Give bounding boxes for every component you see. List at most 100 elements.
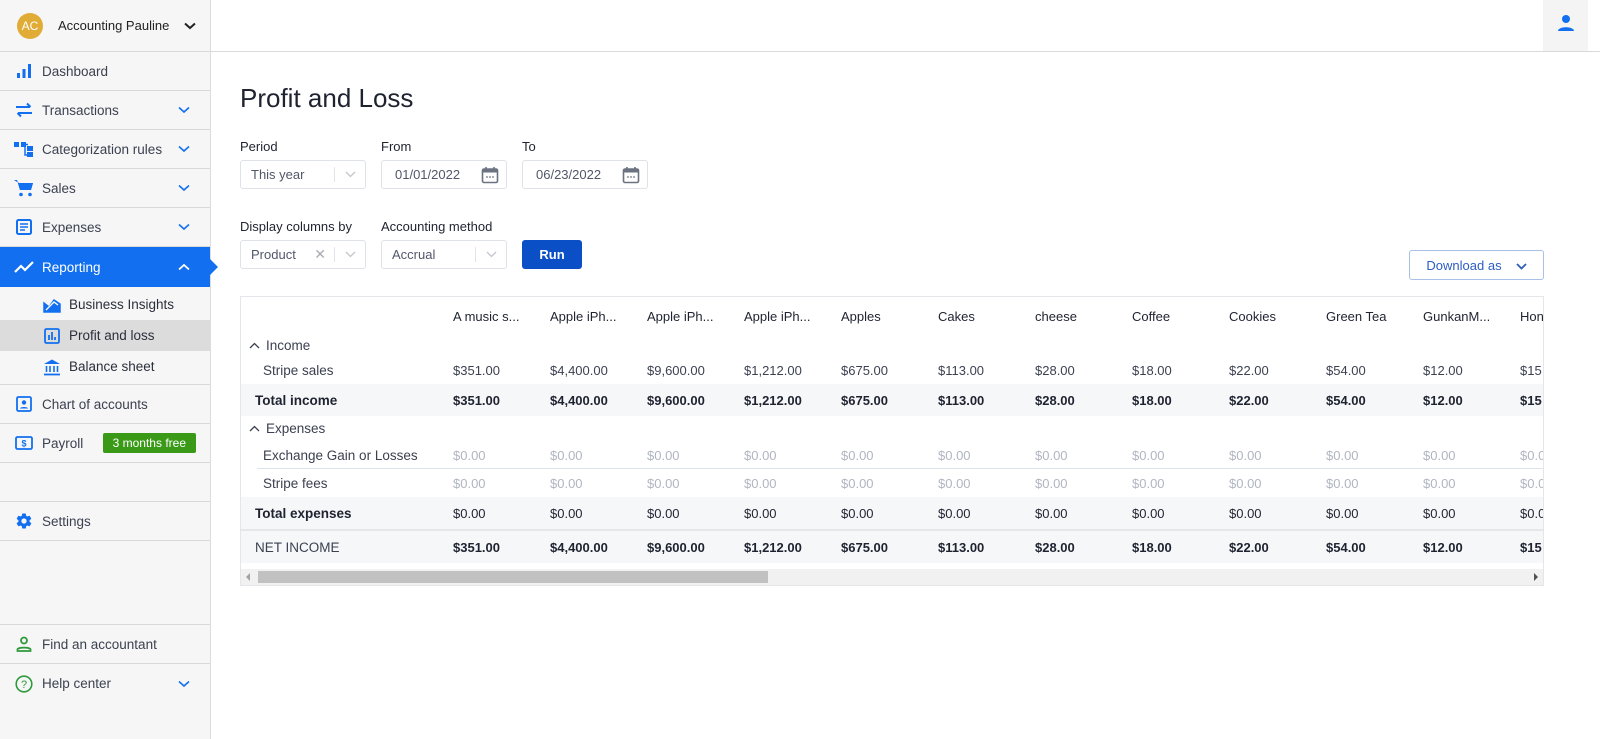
sidebar-item-label: Chart of accounts <box>42 396 148 412</box>
chevron-up-icon[interactable] <box>249 425 260 432</box>
accounting-method-value: Accrual <box>392 247 436 262</box>
table-cell: $18.00 <box>1132 392 1172 408</box>
sidebar-item-categorization-rules[interactable]: Categorization rules <box>0 130 210 169</box>
chevron-down-icon <box>483 251 499 258</box>
sidebar-item-settings[interactable]: Settings <box>0 502 210 541</box>
sidebar-item-balance-sheet[interactable]: Balance sheet <box>0 351 210 382</box>
total-income-row: Total income $351.00 $4,400.00 $9,600.00 $1… <box>241 384 1543 416</box>
chevron-down-icon[interactable] <box>174 145 194 153</box>
calendar-icon[interactable] <box>481 166 499 184</box>
table-cell: $0.00 <box>1229 475 1262 491</box>
sidebar-item-dashboard[interactable]: Dashboard <box>0 52 210 91</box>
svg-text:$: $ <box>21 439 26 449</box>
table-cell: $0.00 <box>1423 447 1456 463</box>
chevron-down-icon[interactable] <box>174 680 194 688</box>
table-cell: $9,600.00 <box>647 362 705 378</box>
clear-icon[interactable]: ✕ <box>314 246 326 263</box>
table-cell: $9,600.00 <box>647 392 705 408</box>
sidebar-item-label: Payroll <box>42 435 84 451</box>
date-filters: Period This year From 01/01/2022 To 06/2… <box>240 139 1570 189</box>
row-label: Stripe fees <box>263 475 328 491</box>
scroll-right-arrow-icon[interactable] <box>1534 573 1538 581</box>
column-header: Green Tea <box>1326 308 1387 324</box>
table-cell: $675.00 <box>841 539 888 555</box>
table-cell: $0.00 <box>647 505 680 521</box>
chevron-down-icon[interactable] <box>174 223 194 231</box>
page-title: Profit and Loss <box>240 83 414 113</box>
table-cell: $0.00 <box>1229 447 1262 463</box>
scrollbar-thumb[interactable] <box>258 571 768 583</box>
user-icon <box>1557 14 1575 37</box>
insights-icon <box>42 295 62 315</box>
from-date-value: 01/01/2022 <box>395 167 461 182</box>
table-cell: $0.00 <box>1035 505 1068 521</box>
table-cell: $0.00 <box>453 447 486 463</box>
org-switcher[interactable]: AC Accounting Pauline <box>0 0 210 52</box>
table-cell: $15 <box>1520 362 1542 378</box>
income-group: Income <box>241 338 453 353</box>
row-label: Exchange Gain or Losses <box>263 447 418 463</box>
table-cell: $0.00 <box>453 475 486 491</box>
report-table: A music s... Apple iPh... Apple iPh... Appl… <box>240 296 1544 586</box>
from-date-input[interactable]: 01/01/2022 <box>381 160 507 189</box>
horizontal-scrollbar[interactable] <box>241 569 1543 585</box>
display-columns-field: Display columns by Product ✕ <box>240 219 366 269</box>
sidebar-item-payroll[interactable]: $ Payroll 3 months free <box>0 424 210 463</box>
expenses-group-row[interactable]: Expenses <box>241 416 1543 441</box>
display-columns-select[interactable]: Product ✕ <box>240 240 366 269</box>
sidebar-item-expenses[interactable]: Expenses <box>0 208 210 247</box>
sidebar-item-transactions[interactable]: Transactions <box>0 91 210 130</box>
chevron-down-icon <box>342 251 358 258</box>
divider <box>334 247 335 262</box>
sidebar-item-label: Sales <box>42 180 76 196</box>
hierarchy-icon <box>14 139 34 159</box>
column-header: Cookies <box>1229 308 1276 324</box>
sidebar-item-business-insights[interactable]: Business Insights <box>0 289 210 320</box>
download-as-button[interactable]: Download as <box>1409 250 1544 280</box>
sidebar-item-profit-and-loss[interactable]: Profit and loss <box>0 320 210 351</box>
table-cell: $0.00 <box>1423 475 1456 491</box>
run-button[interactable]: Run <box>522 240 582 269</box>
chevron-down-icon[interactable] <box>174 184 194 192</box>
period-select[interactable]: This year <box>240 160 366 189</box>
expenses-group: Expenses <box>241 421 453 436</box>
calendar-icon[interactable] <box>622 166 640 184</box>
column-header: Apple iPh... <box>550 308 617 324</box>
accounting-method-select[interactable]: Accrual <box>381 240 507 269</box>
sidebar-item-sales[interactable]: Sales <box>0 169 210 208</box>
income-group-row[interactable]: Income <box>241 335 1543 356</box>
table-row: Stripe sales $351.00 $4,400.00 $9,600.00 $1… <box>241 356 1543 384</box>
person-icon <box>14 634 34 654</box>
table-cell: $0.00 <box>938 505 971 521</box>
sidebar-item-reporting[interactable]: Reporting <box>0 247 218 287</box>
bank-icon <box>42 357 62 377</box>
help-circle-icon: ? <box>14 674 34 694</box>
table-cell: $0.0 <box>1520 505 1544 521</box>
to-field: To 06/23/2022 <box>522 139 648 189</box>
cart-icon <box>14 178 34 198</box>
chevron-down-icon[interactable] <box>170 22 210 30</box>
svg-text:?: ? <box>21 679 27 691</box>
sidebar-item-help-center[interactable]: ? Help center <box>0 664 210 703</box>
scroll-left-arrow-icon[interactable] <box>246 573 250 581</box>
table-cell: $351.00 <box>453 392 500 408</box>
chevron-up-icon[interactable] <box>174 263 194 271</box>
column-header: Apples <box>841 308 881 324</box>
table-cell: $0.00 <box>647 447 680 463</box>
table-cell: $4,400.00 <box>550 539 608 555</box>
sidebar-subitem-label: Balance sheet <box>69 359 155 374</box>
row-label: NET INCOME <box>255 539 340 555</box>
sidebar-item-chart-of-accounts[interactable]: Chart of accounts <box>0 385 210 424</box>
chevron-down-icon[interactable] <box>174 106 194 114</box>
table-cell: $12.00 <box>1423 539 1463 555</box>
to-label: To <box>522 139 536 154</box>
display-columns-label: Display columns by <box>240 219 352 234</box>
chevron-up-icon[interactable] <box>249 342 260 349</box>
user-menu-button[interactable] <box>1543 0 1588 51</box>
table-cell: $113.00 <box>938 392 985 408</box>
to-date-input[interactable]: 06/23/2022 <box>522 160 648 189</box>
table-cell: $0.00 <box>1132 475 1165 491</box>
sidebar-item-find-accountant[interactable]: Find an accountant <box>0 625 210 664</box>
column-header: Apple iPh... <box>744 308 811 324</box>
column-header: Apple iPh... <box>647 308 714 324</box>
